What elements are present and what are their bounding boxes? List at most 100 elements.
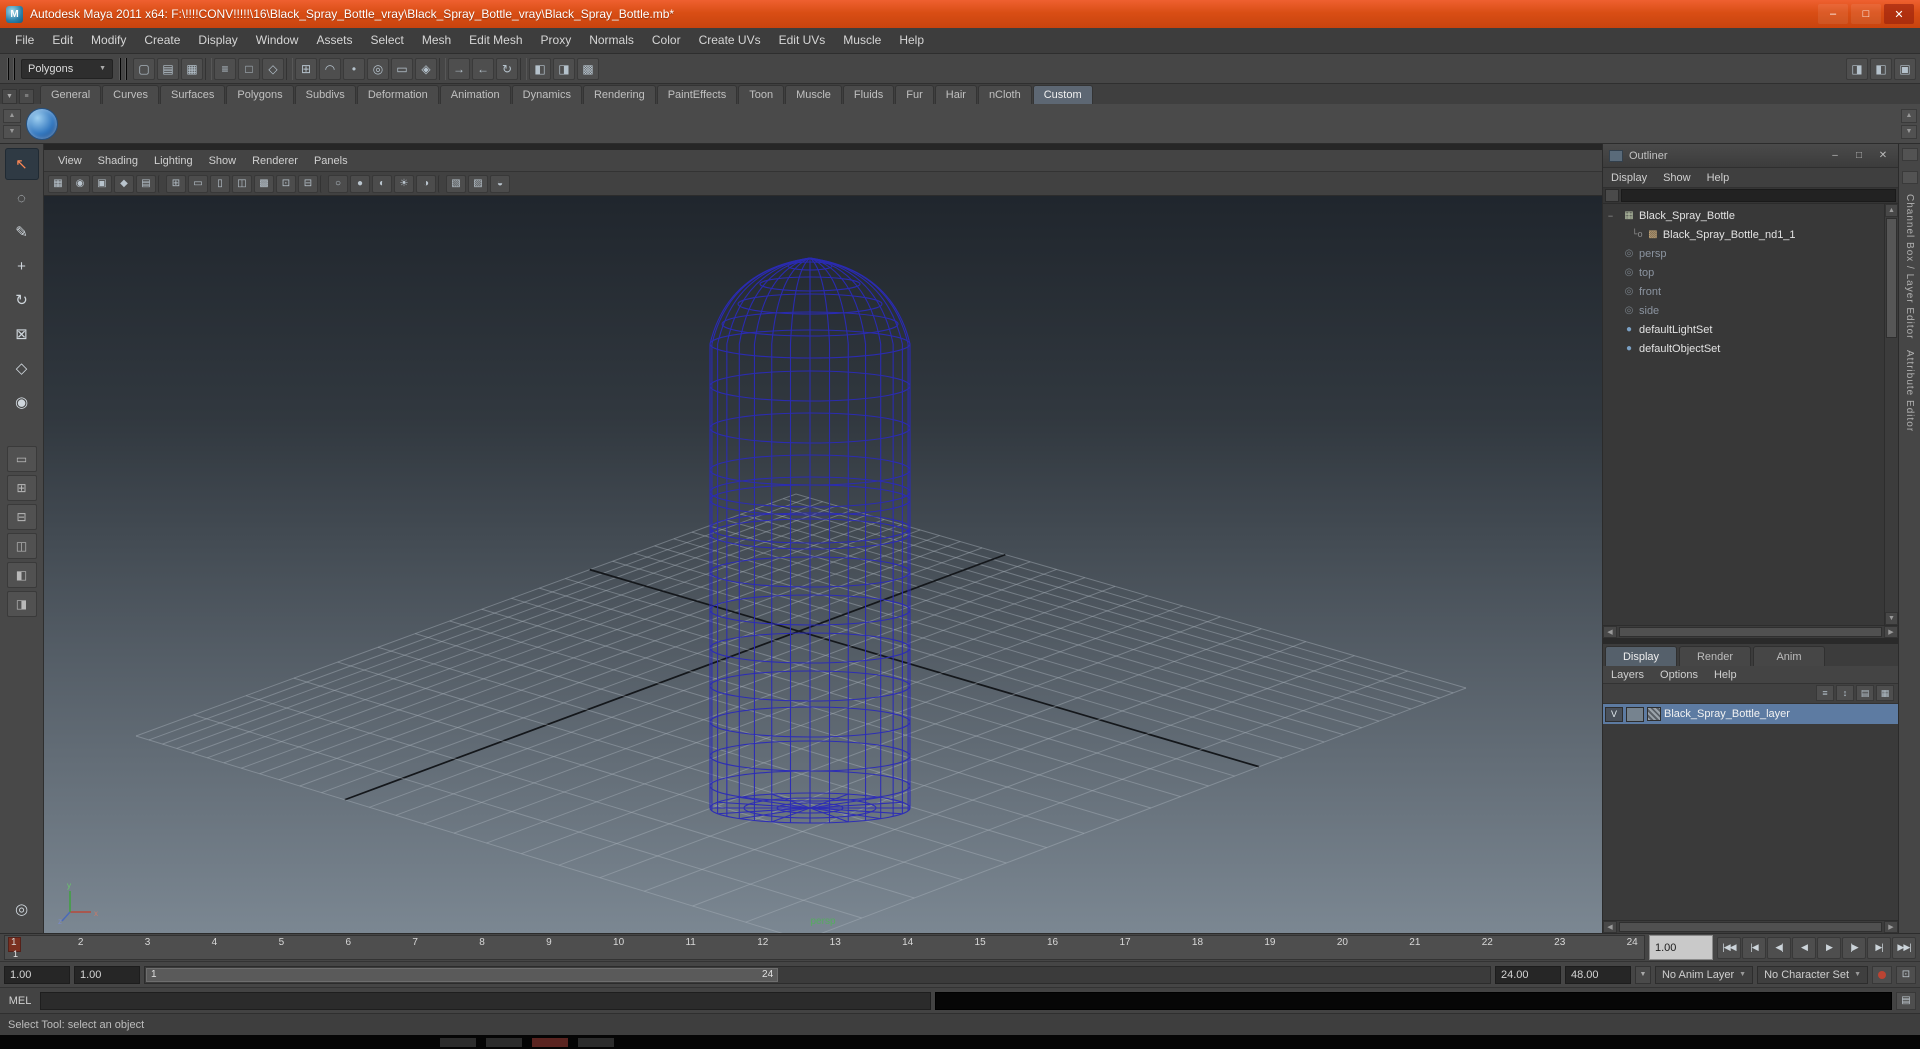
toolbox-extra-icon[interactable]: ◎ <box>5 893 39 925</box>
select-camera-icon[interactable]: ▦ <box>48 174 68 193</box>
menu-set-dropdown[interactable]: Polygons ▼ <box>21 58 113 79</box>
outliner-maximize-button[interactable]: □ <box>1850 150 1868 161</box>
shelf-tab[interactable]: PaintEffects <box>656 85 738 104</box>
menu-item[interactable]: Create <box>135 28 189 53</box>
shelf-item-custom-script[interactable] <box>26 107 58 140</box>
menu-item[interactable]: Display <box>189 28 246 53</box>
menu-item[interactable]: Help <box>890 28 933 53</box>
construction-history-icon[interactable]: ↻ <box>496 57 518 80</box>
script-editor-button[interactable]: ▤ <box>1896 991 1916 1010</box>
minimize-button[interactable]: – <box>1818 4 1848 24</box>
new-scene-icon[interactable]: ▢ <box>133 57 155 80</box>
step-forward-key-button[interactable]: |▶ <box>1842 936 1866 959</box>
status-icon[interactable] <box>286 57 293 80</box>
outliner-item[interactable]: ◎ top <box>1603 263 1884 282</box>
universal-manipulator-tool[interactable]: ◇ <box>5 352 39 384</box>
scrollbar-thumb[interactable] <box>1886 218 1897 338</box>
go-to-start-button[interactable]: |◀◀ <box>1717 936 1741 959</box>
layout-persp-outliner-button[interactable]: ◧ <box>6 562 37 588</box>
scroll-up-icon[interactable]: ▲ <box>1885 204 1898 217</box>
playback-options-button[interactable]: ▼ <box>1634 965 1651 984</box>
viewport-menu-item[interactable]: View <box>50 155 90 167</box>
layer-visibility-toggle[interactable]: V <box>1605 706 1623 722</box>
field-chart-icon[interactable]: ▩ <box>254 174 274 193</box>
range-slider-track[interactable]: 1 24 <box>144 965 1491 984</box>
smooth-shade-display-icon[interactable]: ● <box>350 174 370 193</box>
menu-item[interactable]: Mesh <box>413 28 460 53</box>
select-by-component-icon[interactable]: ◇ <box>262 57 284 80</box>
snap-to-points-icon[interactable]: • <box>343 57 365 80</box>
outliner-minimize-button[interactable]: – <box>1826 150 1844 161</box>
toggle-tool-settings-icon[interactable]: ◧ <box>1870 57 1892 80</box>
layout-four-pane-button[interactable]: ⊞ <box>6 475 37 501</box>
open-scene-icon[interactable]: ▤ <box>157 57 179 80</box>
menu-item[interactable]: Color <box>643 28 690 53</box>
use-all-lights-icon[interactable]: ☀ <box>394 174 414 193</box>
shelf-tab[interactable]: nCloth <box>977 85 1032 104</box>
shelf-tab[interactable]: Toon <box>738 85 785 104</box>
outliner-item[interactable]: ◎ persp <box>1603 244 1884 263</box>
menu-item[interactable]: Proxy <box>532 28 581 53</box>
shelf-tab[interactable]: Animation <box>439 85 511 104</box>
outliner-item[interactable]: ◎ front <box>1603 282 1884 301</box>
menu-item[interactable]: Edit Mesh <box>460 28 531 53</box>
render-current-frame-icon[interactable]: ◧ <box>529 57 551 80</box>
viewport-3d[interactable]: x y z persp <box>44 196 1602 933</box>
shelf-prev-icon[interactable]: ▲ <box>3 108 21 123</box>
close-button[interactable]: ✕ <box>1884 4 1914 24</box>
gate-mask-icon[interactable]: ◫ <box>232 174 252 193</box>
shelf-tab[interactable]: Rendering <box>582 85 656 104</box>
play-forwards-button[interactable]: ▶ <box>1817 936 1841 959</box>
character-set-dropdown[interactable]: No Character Set ▼ <box>1757 965 1868 984</box>
play-backwards-button[interactable]: ◀ <box>1792 936 1816 959</box>
taskbar-item[interactable] <box>532 1037 568 1047</box>
menu-item[interactable]: Window <box>247 28 308 53</box>
menu-item[interactable]: Normals <box>580 28 643 53</box>
command-line-input[interactable] <box>40 991 932 1010</box>
outliner-menu-item[interactable]: Show <box>1655 172 1699 184</box>
toggle-channel-box-icon[interactable]: ▣ <box>1894 57 1916 80</box>
shelf-menu-icon[interactable]: ▼ <box>2 89 17 104</box>
isolate-select-icon[interactable]: ▧ <box>446 174 466 193</box>
shelf-scroll-down-icon[interactable]: ▼ <box>1901 124 1917 139</box>
status-line-drag-handle[interactable] <box>7 57 15 80</box>
status-icon[interactable] <box>439 57 446 80</box>
menu-item[interactable]: Muscle <box>834 28 890 53</box>
outliner-filter-input[interactable] <box>1621 189 1896 202</box>
ipr-render-icon[interactable]: ◨ <box>553 57 575 80</box>
layer-editor-tab[interactable]: Render <box>1679 646 1751 666</box>
layer-editor-tab[interactable]: Display <box>1605 646 1677 666</box>
menu-item[interactable]: File <box>6 28 43 53</box>
outliner-menu-item[interactable]: Display <box>1603 172 1655 184</box>
image-plane-icon[interactable]: ▤ <box>136 174 156 193</box>
layer-options-icon[interactable]: ≡ <box>1816 685 1834 701</box>
outliner-titlebar[interactable]: Outliner – □ ✕ <box>1603 144 1898 168</box>
time-slider-track[interactable]: 1 2 3 4 5 6 7 8 9 10 11 12 13 14 15 16 17 18 19 20 21 22 23 24 … <box>4 935 1645 960</box>
rotate-tool[interactable]: ↻ <box>5 284 39 316</box>
layer-display-type-toggle[interactable] <box>1626 706 1644 722</box>
layer-editor-tab[interactable]: Anim <box>1753 646 1825 666</box>
outliner-item[interactable]: ◎ side <box>1603 301 1884 320</box>
wireframe-on-shaded-icon[interactable]: ◒ <box>490 174 510 193</box>
expand-toggle-icon[interactable]: − <box>1605 211 1616 221</box>
camera-attributes-icon[interactable]: ▣ <box>92 174 112 193</box>
playback-range-bar[interactable]: 1 24 <box>146 967 779 982</box>
safe-action-icon[interactable]: ⊡ <box>276 174 296 193</box>
status-line-drag-handle[interactable] <box>119 57 127 80</box>
taskbar[interactable] <box>0 1035 1920 1049</box>
bookmark-view-icon[interactable]: ◆ <box>114 174 134 193</box>
status-icon[interactable] <box>520 57 527 80</box>
menu-item[interactable]: Modify <box>82 28 135 53</box>
animation-start-field[interactable]: 1.00 <box>4 965 70 984</box>
step-back-frame-button[interactable]: |◀ <box>1742 936 1766 959</box>
snap-to-projected-center-icon[interactable]: ◎ <box>367 57 389 80</box>
menu-item[interactable]: Assets <box>307 28 361 53</box>
save-scene-icon[interactable]: ▦ <box>181 57 203 80</box>
animation-end-field[interactable]: 48.00 <box>1564 965 1631 984</box>
viewport-menu-item[interactable]: Lighting <box>146 155 201 167</box>
step-back-key-button[interactable]: ◀| <box>1767 936 1791 959</box>
film-gate-icon[interactable]: ▭ <box>188 174 208 193</box>
snap-to-grids-icon[interactable]: ⊞ <box>295 57 317 80</box>
lock-camera-icon[interactable]: ◉ <box>70 174 90 193</box>
tab-attribute-editor[interactable]: Attribute Editor <box>1904 350 1915 432</box>
